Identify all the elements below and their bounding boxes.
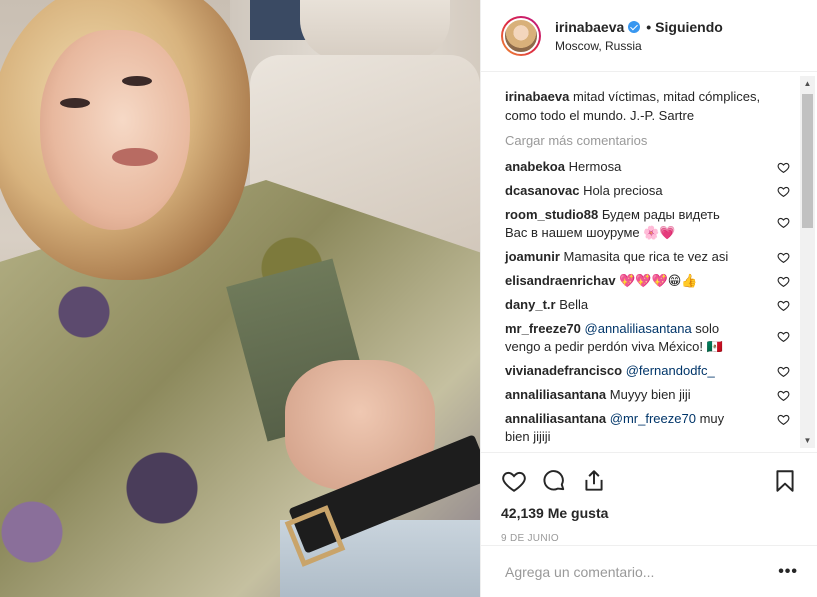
small-heart-icon[interactable] [777, 330, 790, 343]
comments-scrollbar[interactable]: ▲ ▼ [800, 76, 815, 448]
post-header: irinabaeva • Siguiendo Moscow, Russia [481, 0, 817, 72]
username-link[interactable]: irinabaeva [555, 19, 624, 35]
comment-row: annaliliasantana @mr_freeze70 muy bien j… [505, 410, 794, 446]
comment-username[interactable]: elisandraenrichav [505, 273, 616, 288]
comment-row: dcasanovac Hola preciosa [505, 182, 794, 200]
caption-text: mitad víctimas, mitad cómplices, [572, 89, 761, 104]
share-icon[interactable] [581, 468, 607, 494]
more-options-icon[interactable]: ••• [778, 563, 798, 581]
comment-text: Mamasita que rica te vez asi [563, 249, 729, 264]
comment-text: Muyyy bien jiji [609, 387, 691, 402]
comment-icon[interactable] [541, 468, 567, 494]
scrollbar-thumb[interactable] [802, 94, 813, 228]
small-heart-icon[interactable] [777, 216, 790, 229]
caption-username[interactable]: irinabaeva [505, 89, 569, 104]
avatar[interactable] [501, 15, 541, 56]
photo-headrest [300, 0, 450, 60]
comment-row: anabekoa Hermosa [505, 158, 794, 176]
post-side-panel: irinabaeva • Siguiendo Moscow, Russia ir… [480, 0, 817, 597]
scroll-up-arrow-icon[interactable]: ▲ [800, 76, 815, 91]
comment-username[interactable]: anabekoa [505, 159, 565, 174]
comment-mention[interactable]: @mr_freeze70 [610, 411, 696, 426]
header-text: irinabaeva • Siguiendo Moscow, Russia [555, 19, 723, 53]
add-comment-bar: ••• [481, 545, 817, 597]
header-row: irinabaeva • Siguiendo [555, 19, 723, 35]
heart-icon[interactable] [501, 468, 527, 494]
avatar-image [503, 17, 539, 54]
comment-username[interactable]: annaliliasantana [505, 387, 606, 402]
photo-face [40, 30, 190, 230]
comment-row: vivianadefrancisco @fernandodfc_ [505, 362, 794, 380]
photo-eye-right [122, 76, 152, 86]
post-actions: 42,139 Me gusta 9 DE JUNIO [481, 452, 817, 544]
comment-username[interactable]: vivianadefrancisco [505, 363, 622, 378]
comment-username[interactable]: joamunir [505, 249, 560, 264]
verified-badge-icon [628, 20, 641, 33]
comment-text: 💖💖💖😁👍 [619, 273, 698, 288]
comment-username[interactable]: dcasanovac [505, 183, 579, 198]
comment-row: elisandraenrichav 💖💖💖😁👍 [505, 272, 794, 290]
small-heart-icon[interactable] [777, 185, 790, 198]
comment-row: annaliliasantana Muyyy bien jiji [505, 386, 794, 404]
post-photo[interactable] [0, 0, 480, 597]
caption-text-line-2: como todo el mundo. J.-P. Sartre [505, 108, 695, 123]
small-heart-icon[interactable] [777, 365, 790, 378]
comment-mention[interactable]: @annaliliasantana [585, 321, 692, 336]
post-caption: irinabaeva mitad víctimas, mitad cómplic… [505, 87, 794, 125]
comment-text: Hola preciosa [583, 183, 663, 198]
load-more-comments-button[interactable]: Cargar más comentarios [505, 133, 794, 148]
action-icons [501, 461, 798, 501]
post-date[interactable]: 9 DE JUNIO [501, 533, 798, 544]
comment-username[interactable]: annaliliasantana [505, 411, 606, 426]
comments-list[interactable]: irinabaeva mitad víctimas, mitad cómplic… [481, 73, 817, 451]
bookmark-icon[interactable] [772, 468, 798, 494]
photo-eye-left [60, 98, 90, 108]
scroll-down-arrow-icon[interactable]: ▼ [800, 433, 815, 448]
small-heart-icon[interactable] [777, 299, 790, 312]
small-heart-icon[interactable] [777, 275, 790, 288]
small-heart-icon[interactable] [777, 389, 790, 402]
photo-lips [112, 148, 158, 166]
comment-text: Hermosa [568, 159, 622, 174]
likes-count[interactable]: 42,139 Me gusta [501, 505, 798, 521]
comment-text: Bella [559, 297, 589, 312]
following-button[interactable]: Siguiendo [655, 19, 723, 35]
comment-username[interactable]: dany_t.r [505, 297, 556, 312]
small-heart-icon[interactable] [777, 161, 790, 174]
separator-dot: • [646, 18, 652, 35]
comment-row: joamunir Mamasita que rica te vez asi [505, 248, 794, 266]
location-link[interactable]: Moscow, Russia [555, 39, 723, 53]
comment-mention[interactable]: @fernandodfc_ [626, 363, 715, 378]
comment-row: mr_freeze70 @annaliliasantana solo vengo… [505, 320, 794, 356]
small-heart-icon[interactable] [777, 413, 790, 426]
small-heart-icon[interactable] [777, 251, 790, 264]
comment-input[interactable] [505, 563, 779, 580]
comment-row: dany_t.r Bella [505, 296, 794, 314]
comment-username[interactable]: room_studio88 [505, 207, 598, 222]
comment-username[interactable]: mr_freeze70 [505, 321, 581, 336]
comment-row: room_studio88 Будем рады видеть Вас в на… [505, 206, 794, 242]
